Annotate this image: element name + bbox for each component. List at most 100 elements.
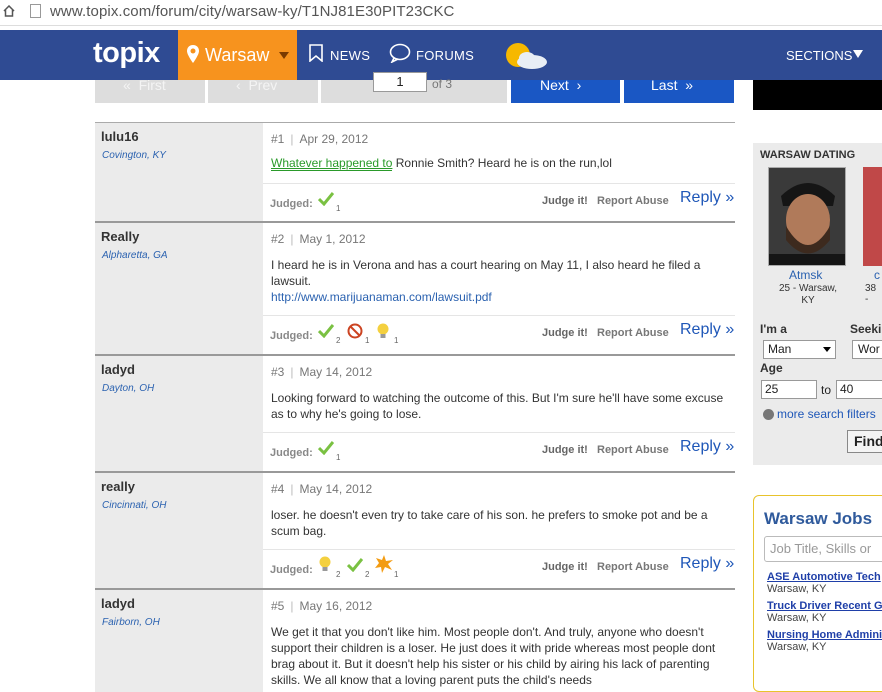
- post-text: loser. he doesn't even try to take care …: [271, 508, 708, 538]
- post-body: Whatever happened to Ronnie Smith? Heard…: [271, 155, 731, 171]
- report-abuse-link[interactable]: Report Abuse: [597, 444, 669, 456]
- post-number[interactable]: #1: [271, 132, 284, 146]
- reply-link[interactable]: Reply »: [680, 189, 734, 207]
- post-date: May 14, 2012: [299, 482, 373, 496]
- report-abuse-link[interactable]: Report Abuse: [597, 327, 669, 339]
- job-title[interactable]: ASE Automotive Tech: [767, 571, 881, 583]
- post-username[interactable]: ladyd: [101, 596, 135, 611]
- chevron-down-icon[interactable]: [853, 50, 863, 58]
- check-icon[interactable]: [318, 324, 334, 338]
- post-footer: Judged: 1 Judge it! Report Abuse Reply »: [263, 432, 735, 470]
- profile-photo[interactable]: [863, 167, 882, 266]
- job-location: Warsaw, KY: [767, 583, 827, 595]
- gender-value: Man: [768, 342, 792, 356]
- post-meta: #1 | Apr 29, 2012: [271, 132, 369, 146]
- news-link[interactable]: NEWS: [330, 48, 370, 63]
- judge-it-link[interactable]: Judge it!: [542, 561, 588, 573]
- post-location: Fairborn, OH: [102, 617, 160, 628]
- forum-post: Really Alpharetta, GA #2 | May 1, 2012 I h…: [95, 223, 735, 354]
- post-location: Cincinnati, OH: [102, 500, 167, 511]
- reply-link[interactable]: Reply »: [680, 321, 734, 339]
- weather-partly-cloudy-icon: [506, 43, 547, 69]
- post-body: I heard he is in Verona and has a court …: [271, 257, 731, 305]
- post-number[interactable]: #2: [271, 232, 284, 246]
- post-meta: #3 | May 14, 2012: [271, 365, 373, 379]
- job-listing[interactable]: ASE Automotive Tech Warsaw, KY: [767, 571, 881, 595]
- profile-name[interactable]: Atmsk: [789, 268, 822, 282]
- next-page-button[interactable]: Next ›: [511, 77, 620, 103]
- browser-url-bar[interactable]: www.topix.com/forum/city/warsaw-ky/T1NJ8…: [0, 0, 882, 26]
- topix-logo[interactable]: topix: [93, 37, 160, 70]
- job-search-input[interactable]: Job Title, Skills or: [764, 536, 882, 562]
- report-abuse-link[interactable]: Report Abuse: [597, 561, 669, 573]
- lightbulb-icon[interactable]: [376, 322, 390, 340]
- job-listing[interactable]: Truck Driver Recent G Warsaw, KY: [767, 600, 882, 624]
- city-selector[interactable]: Warsaw: [178, 30, 297, 80]
- post-text: Looking forward to watching the outcome …: [271, 391, 724, 421]
- map-pin-icon: [187, 45, 199, 63]
- judge-it-link[interactable]: Judge it!: [542, 444, 588, 456]
- profile-photo[interactable]: [768, 167, 846, 266]
- judgment-count: 1: [394, 336, 399, 345]
- check-icon[interactable]: [347, 558, 363, 572]
- job-title[interactable]: Nursing Home Admini: [767, 629, 882, 641]
- forums-link[interactable]: FORUMS: [416, 48, 474, 63]
- post-date: May 14, 2012: [299, 365, 373, 379]
- post-date: May 1, 2012: [299, 232, 366, 246]
- jobs-widget: Warsaw Jobs Job Title, Skills or ASE Aut…: [753, 495, 882, 692]
- reply-link[interactable]: Reply »: [680, 438, 734, 456]
- job-listing[interactable]: Nursing Home Admini Warsaw, KY: [767, 629, 882, 653]
- post-number[interactable]: #5: [271, 599, 284, 613]
- dating-widget: WARSAW DATING Atmsk 25 - Warsaw, KY c 38…: [753, 143, 882, 465]
- check-icon[interactable]: [318, 192, 334, 206]
- judgment-count: 1: [394, 570, 399, 579]
- page-number-input[interactable]: 1: [373, 72, 427, 92]
- ad-banner: [753, 80, 882, 110]
- post-body: We get it that you don't like him. Most …: [271, 624, 731, 688]
- lightbulb-icon[interactable]: [318, 555, 332, 573]
- check-icon[interactable]: [318, 441, 334, 455]
- arrow-circle-icon: [763, 409, 774, 420]
- reply-link[interactable]: Reply »: [680, 555, 734, 573]
- post-meta: #2 | May 1, 2012: [271, 232, 366, 246]
- judgment-count: 2: [336, 570, 341, 579]
- judge-it-link[interactable]: Judge it!: [542, 195, 588, 207]
- post-location: Covington, KY: [102, 150, 166, 161]
- post-username[interactable]: ladyd: [101, 362, 135, 377]
- judge-it-link[interactable]: Judge it!: [542, 327, 588, 339]
- age-from-input[interactable]: 25: [761, 380, 817, 399]
- post-number[interactable]: #4: [271, 482, 284, 496]
- job-location: Warsaw, KY: [767, 641, 827, 653]
- first-page-button[interactable]: « First: [95, 77, 205, 103]
- post-username[interactable]: really: [101, 479, 135, 494]
- post-url-link[interactable]: http://www.marijuanaman.com/lawsuit.pdf: [271, 290, 492, 304]
- job-location: Warsaw, KY: [767, 612, 827, 624]
- page-icon: [30, 4, 41, 18]
- sections-menu[interactable]: SECTIONS: [786, 48, 852, 63]
- seeking-select[interactable]: Wor: [852, 340, 882, 359]
- find-button[interactable]: Find: [847, 430, 882, 453]
- jobs-heading: Warsaw Jobs: [764, 509, 873, 528]
- profile-avatar: [769, 168, 845, 265]
- age-to-input[interactable]: 40: [836, 380, 882, 399]
- more-search-filters-link[interactable]: more search filters: [777, 407, 876, 421]
- job-title[interactable]: Truck Driver Recent G: [767, 600, 882, 612]
- url-text[interactable]: www.topix.com/forum/city/warsaw-ky/T1NJ8…: [50, 3, 454, 20]
- post-body: loser. he doesn't even try to take care …: [271, 507, 731, 539]
- post-date: Apr 29, 2012: [299, 132, 369, 146]
- no-icon[interactable]: [347, 323, 363, 339]
- home-icon[interactable]: [3, 5, 15, 17]
- post-username[interactable]: Really: [101, 229, 139, 244]
- report-abuse-link[interactable]: Report Abuse: [597, 195, 669, 207]
- post-meta: #4 | May 14, 2012: [271, 482, 373, 496]
- post-username[interactable]: lulu16: [101, 129, 139, 144]
- star-burst-icon[interactable]: [375, 555, 393, 573]
- seeking-value: Wor: [858, 342, 880, 356]
- prev-page-button[interactable]: ‹ Prev: [208, 77, 318, 103]
- profile-name[interactable]: c: [874, 268, 880, 282]
- gender-select[interactable]: Man: [763, 340, 836, 359]
- post-number[interactable]: #3: [271, 365, 284, 379]
- bookmark-icon: [309, 44, 323, 62]
- last-page-button[interactable]: Last »: [624, 77, 734, 103]
- keyword-link[interactable]: Whatever happened to: [271, 156, 393, 171]
